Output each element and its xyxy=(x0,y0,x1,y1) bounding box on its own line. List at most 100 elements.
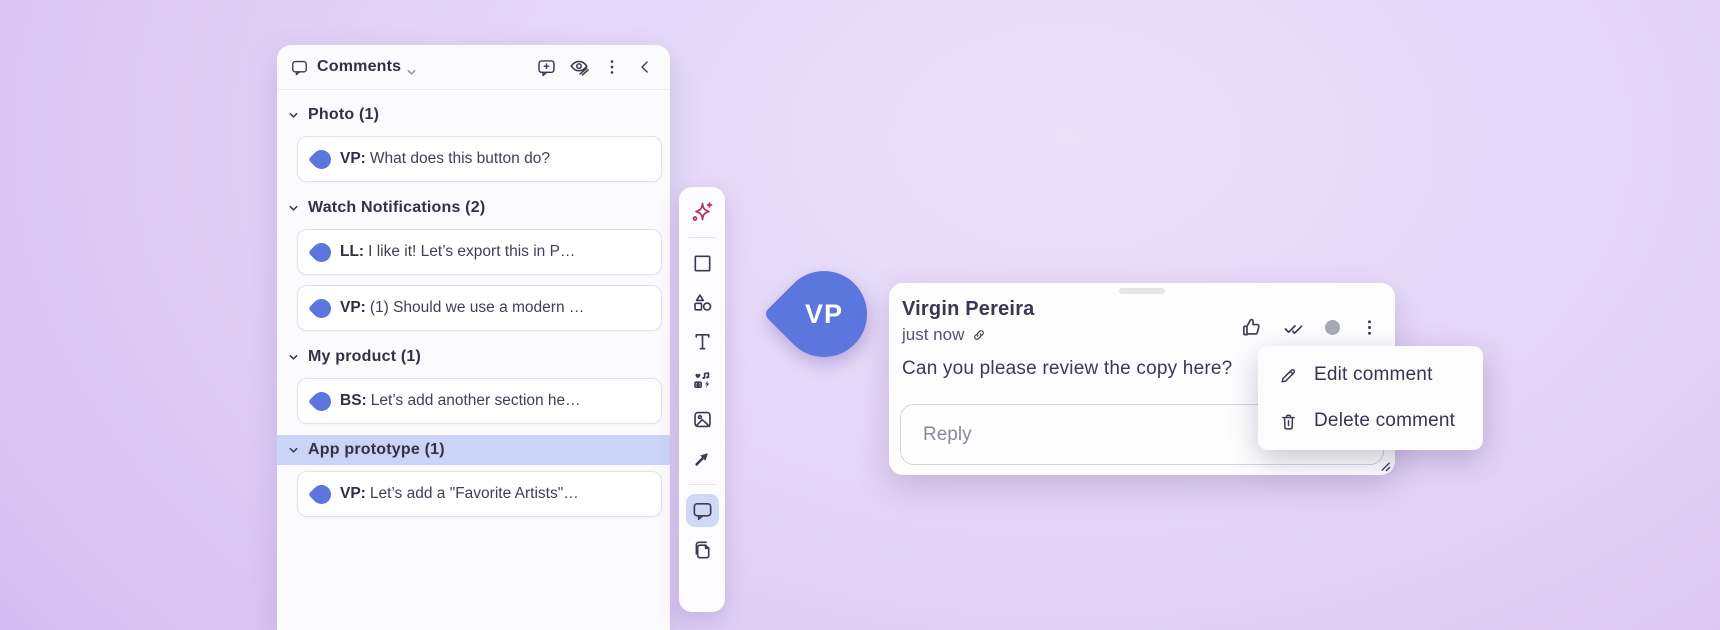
comment-initials: VP: xyxy=(340,150,366,167)
shapes-icon xyxy=(691,291,714,314)
comment-initials: VP: xyxy=(340,485,366,502)
rectangle-icon xyxy=(691,252,714,275)
image-tool[interactable] xyxy=(686,403,719,436)
panel-title: Comments xyxy=(317,58,401,76)
chevron-left-icon xyxy=(635,57,655,77)
toolbar-divider xyxy=(689,237,715,238)
section-header-app-prototype[interactable]: App prototype (1) xyxy=(277,435,670,465)
comments-list: Photo (1) VP:What does this button do? W… xyxy=(277,90,670,517)
comment-card[interactable]: VP:What does this button do? xyxy=(297,136,662,182)
like-button[interactable] xyxy=(1240,316,1263,339)
comment-context-menu: Edit comment Delete comment xyxy=(1258,346,1483,450)
section-header-watch-notifications[interactable]: Watch Notifications (2) xyxy=(277,193,670,223)
comment-pin-icon xyxy=(308,295,335,322)
hide-comments-button[interactable] xyxy=(567,55,591,79)
comment-pin-icon xyxy=(308,239,335,266)
unread-indicator-button[interactable] xyxy=(1325,320,1340,335)
comment-preview: VP:What does this button do? xyxy=(340,150,550,168)
comment-card[interactable]: VP:(1) Should we use a modern … xyxy=(297,285,662,331)
shapes-tool[interactable] xyxy=(686,286,719,319)
comment-preview: BS:Let’s add another section he… xyxy=(340,392,581,410)
delete-comment-label: Delete comment xyxy=(1314,410,1455,432)
arrow-icon xyxy=(691,447,714,470)
sticker-tool[interactable] xyxy=(686,364,719,397)
comment-snippet: (1) Should we use a modern … xyxy=(370,299,585,316)
comment-section-app-prototype: App prototype (1) VP:Let’s add a "Favori… xyxy=(277,435,670,517)
section-header-photo[interactable]: Photo (1) xyxy=(277,100,670,130)
thumbs-up-icon xyxy=(1240,316,1263,339)
comment-initials: VP: xyxy=(340,299,366,316)
image-icon xyxy=(691,408,714,431)
author-name: Virgin Pereira xyxy=(902,298,1035,321)
comment-snippet: Let’s add another section he… xyxy=(371,392,581,409)
pin-initials: VP xyxy=(781,271,867,357)
popup-resize-handle[interactable] xyxy=(1377,458,1392,473)
section-header-my-product[interactable]: My product (1) xyxy=(277,342,670,372)
chevron-down-icon xyxy=(288,110,299,121)
comments-panel: Comments Photo (1) VP:What does this but… xyxy=(277,45,670,630)
add-comment-button[interactable] xyxy=(534,55,558,79)
text-icon xyxy=(691,330,714,353)
resolve-button[interactable] xyxy=(1282,316,1306,340)
pencil-icon xyxy=(1278,365,1299,386)
status-dot-icon xyxy=(1325,320,1340,335)
comment-bubble-icon xyxy=(691,499,714,522)
section-label: Watch Notifications (2) xyxy=(308,199,485,217)
kebab-menu-icon xyxy=(1359,317,1380,338)
comment-snippet: What does this button do? xyxy=(370,150,550,167)
comment-preview: VP:Let’s add a "Favorite Artists"… xyxy=(340,485,579,503)
chevron-down-icon[interactable] xyxy=(406,67,417,78)
link-icon[interactable] xyxy=(971,327,987,343)
edit-comment-label: Edit comment xyxy=(1314,364,1433,386)
toolbar-divider xyxy=(689,484,715,485)
section-label: My product (1) xyxy=(308,348,421,366)
popup-actions xyxy=(1240,310,1380,345)
comment-section-watch-notifications: Watch Notifications (2) LL:I like it! Le… xyxy=(277,193,670,331)
ai-sparkle-icon xyxy=(690,200,714,224)
author-block: Virgin Pereira just now xyxy=(902,298,1035,345)
comment-card[interactable]: VP:Let’s add a "Favorite Artists"… xyxy=(297,471,662,517)
chevron-down-icon xyxy=(288,445,299,456)
pages-icon xyxy=(691,538,714,561)
tools-toolbar xyxy=(679,187,725,612)
comment-pin-icon xyxy=(308,146,335,173)
delete-comment-menu-item[interactable]: Delete comment xyxy=(1258,398,1483,444)
collapse-panel-button[interactable] xyxy=(633,55,657,79)
section-label: App prototype (1) xyxy=(308,441,445,459)
canvas-comment-pin[interactable]: VP xyxy=(763,253,885,375)
templates-tool[interactable] xyxy=(686,533,719,566)
trash-icon xyxy=(1278,411,1299,432)
ai-assistant-tool[interactable] xyxy=(686,195,719,228)
panel-overflow-button[interactable] xyxy=(600,55,624,79)
section-label: Photo (1) xyxy=(308,106,379,124)
comment-pin-icon xyxy=(308,388,335,415)
comment-card[interactable]: BS:Let’s add another section he… xyxy=(297,378,662,424)
edit-comment-menu-item[interactable]: Edit comment xyxy=(1258,352,1483,398)
chevron-down-icon xyxy=(288,352,299,363)
comment-preview: LL:I like it! Let’s export this in P… xyxy=(340,243,575,261)
eye-off-icon xyxy=(568,56,590,78)
comment-snippet: Let’s add a "Favorite Artists"… xyxy=(370,485,579,502)
timestamp-row: just now xyxy=(902,325,1035,345)
arrow-tool[interactable] xyxy=(686,442,719,475)
add-comment-icon xyxy=(536,57,557,78)
comment-initials: LL: xyxy=(340,243,364,260)
comment-card[interactable]: LL:I like it! Let’s export this in P… xyxy=(297,229,662,275)
rectangle-tool[interactable] xyxy=(686,247,719,280)
comment-preview: VP:(1) Should we use a modern … xyxy=(340,299,584,317)
text-tool[interactable] xyxy=(686,325,719,358)
comment-pin-icon xyxy=(308,481,335,508)
popup-drag-handle[interactable] xyxy=(1119,288,1165,294)
kebab-menu-icon xyxy=(602,57,622,77)
comment-section-photo: Photo (1) VP:What does this button do? xyxy=(277,100,670,182)
comment-section-my-product: My product (1) BS:Let’s add another sect… xyxy=(277,342,670,424)
double-check-icon xyxy=(1282,316,1306,340)
sticker-icon xyxy=(691,369,714,392)
comment-initials: BS: xyxy=(340,392,367,409)
comment-tool[interactable] xyxy=(686,494,719,527)
comment-snippet: I like it! Let’s export this in P… xyxy=(368,243,575,260)
timestamp: just now xyxy=(902,325,964,345)
chevron-down-icon xyxy=(288,203,299,214)
comments-panel-header: Comments xyxy=(277,45,670,90)
comment-overflow-button[interactable] xyxy=(1359,317,1380,338)
